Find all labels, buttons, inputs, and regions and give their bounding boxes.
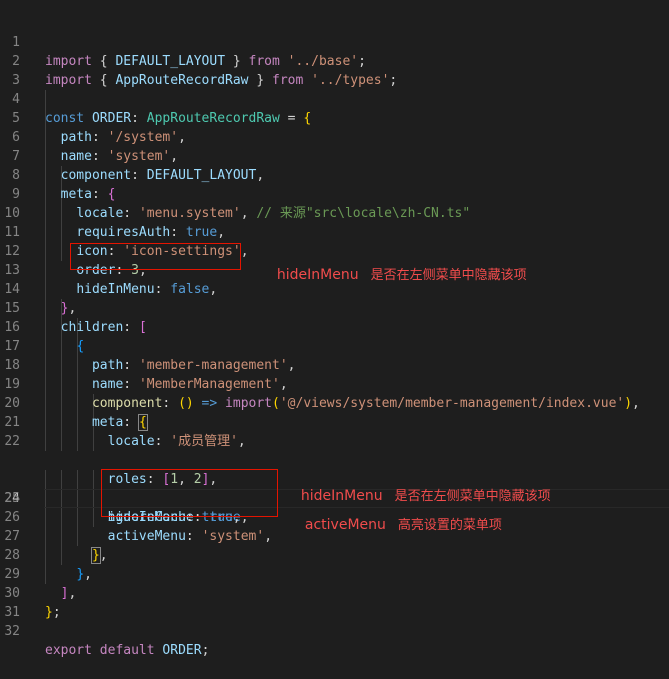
code-line[interactable]: 29 ],	[0, 546, 669, 601]
code-line[interactable]: 10 requiresAuth: true,	[0, 185, 669, 240]
code-line[interactable]: 7 component: DEFAULT_LAYOUT,	[0, 128, 669, 183]
code-line[interactable]: 22 requiresAuth: true,	[0, 413, 669, 468]
line-content: export default ORDER;	[45, 643, 210, 658]
code-line[interactable]: 8 meta: {	[0, 147, 669, 202]
highlight-box-hideinmenu-top	[70, 243, 241, 270]
annotation-activemenu: activeMenu 高亮设置的菜单项	[296, 498, 502, 533]
code-line[interactable]: 23 roles: [1, 2],	[0, 432, 669, 487]
code-line[interactable]: 5 path: '/system',	[0, 90, 669, 145]
code-line[interactable]: 2 import { AppRouteRecordRaw } from '../…	[0, 33, 669, 88]
code-line[interactable]: 1 import { DEFAULT_LAYOUT } from '../bas…	[0, 14, 669, 69]
code-line[interactable]: 32 export default ORDER;	[0, 603, 669, 658]
code-line[interactable]: 31	[0, 584, 669, 620]
code-line[interactable]: 18 name: 'MemberManagement',	[0, 337, 669, 392]
highlight-box-children-meta	[101, 469, 278, 517]
code-line[interactable]: 20 meta: {	[0, 375, 669, 431]
code-line[interactable]: 17 path: 'member-management',	[0, 318, 669, 373]
code-line[interactable]: 19 component: () => import('@/views/syst…	[0, 356, 669, 411]
annotation-hideinmenu-top: hideInMenu 是否在左侧菜单中隐藏该项	[268, 248, 527, 283]
annotation-key: hideInMenu	[276, 267, 359, 283]
code-line[interactable]: 21 locale: '成员管理',	[0, 394, 669, 449]
code-line[interactable]: 4 const ORDER: AppRouteRecordRaw = {	[0, 71, 669, 126]
code-line[interactable]: 11 icon: 'icon-settings',	[0, 204, 669, 259]
annotation-desc: 是否在左侧菜单中隐藏该项	[370, 268, 527, 283]
code-line[interactable]: 30 };	[0, 565, 669, 620]
code-line[interactable]: 9 locale: 'menu.system', // 来源"src\local…	[0, 166, 669, 221]
annotation-key: activeMenu	[304, 517, 386, 533]
annotation-desc: 高亮设置的菜单项	[397, 518, 502, 533]
code-line[interactable]: 3	[0, 52, 669, 88]
code-line-active[interactable]: 24 ignoreCache: true,	[0, 451, 669, 525]
code-line[interactable]: 16 {	[0, 299, 669, 354]
code-line[interactable]: 12 order: 3,	[0, 223, 669, 278]
code-line[interactable]: 6 name: 'system',	[0, 109, 669, 164]
